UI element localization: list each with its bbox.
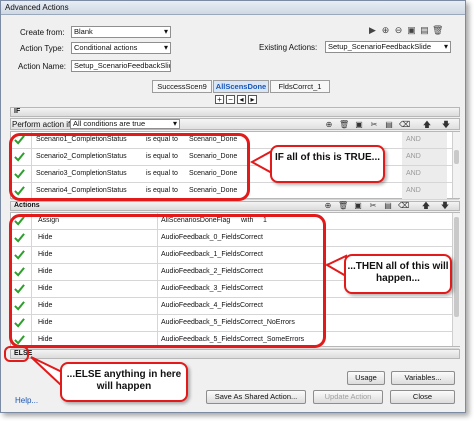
- cut-action-row-icon[interactable]: ✂: [368, 201, 378, 210]
- create-from-select[interactable]: Blank: [71, 26, 171, 38]
- if-toolbar: Perform action if: All conditions are tr…: [10, 118, 460, 130]
- variables-button[interactable]: Variables...: [391, 371, 455, 385]
- advanced-actions-window: Advanced Actions Create from: Blank Acti…: [0, 0, 466, 413]
- existing-actions-label: Existing Actions:: [259, 43, 318, 52]
- if-callout: IF all of this is TRUE...: [270, 145, 385, 183]
- export-icon[interactable]: ▤: [419, 25, 430, 36]
- if-highlight: [9, 133, 250, 201]
- else-highlight: [4, 346, 29, 362]
- then-callout: ...THEN all of this will happen...: [344, 254, 452, 294]
- remove-tab-icon[interactable]: −: [226, 95, 235, 104]
- action-move-down-icon[interactable]: 🡇: [440, 201, 450, 210]
- delete-action-row-icon[interactable]: 🗑: [338, 201, 348, 210]
- cut-condition-icon[interactable]: ✂: [369, 120, 379, 129]
- tab-allscensdone[interactable]: AllScensDone: [213, 80, 269, 93]
- remove-action-icon[interactable]: ⊖: [393, 25, 404, 36]
- close-button[interactable]: Close: [390, 390, 455, 404]
- add-action-icon[interactable]: ⊕: [380, 25, 391, 36]
- update-action-button[interactable]: Update Action: [313, 390, 383, 404]
- paste-condition-icon[interactable]: ▤: [384, 120, 394, 129]
- else-callout: ...ELSE anything in here will happen: [60, 362, 188, 402]
- actions-highlight: [9, 214, 326, 348]
- save-as-shared-action-button[interactable]: Save As Shared Action...: [206, 390, 306, 404]
- if-header: IF: [10, 107, 460, 117]
- add-action-row-icon[interactable]: ⊕: [323, 201, 333, 210]
- action-type-label: Action Type:: [20, 44, 64, 53]
- action-name-input[interactable]: Setup_ScenarioFeedbackSlide: [71, 60, 171, 72]
- condition-logic[interactable]: AND: [402, 166, 447, 182]
- tab-successscen9[interactable]: SuccessScen9: [152, 80, 212, 93]
- move-up-icon[interactable]: 🡅: [422, 120, 432, 129]
- move-down-icon[interactable]: 🡇: [441, 120, 451, 129]
- add-tab-icon[interactable]: +: [215, 95, 224, 104]
- conditions-scrollbar[interactable]: [452, 132, 460, 198]
- perform-action-label: Perform action if:: [12, 120, 73, 129]
- actions-toolbar: ⊕ 🗑 ▣ ✂ ▤ ⌫ 🡅 🡇: [321, 201, 460, 211]
- delete-action-icon[interactable]: 🗑: [432, 25, 443, 36]
- tab-right-icon[interactable]: ▸: [248, 95, 257, 104]
- existing-actions-select[interactable]: Setup_ScenarioFeedbackSlide: [325, 41, 451, 53]
- else-header: ELSE: [10, 349, 460, 359]
- action-type-select[interactable]: Conditional actions: [71, 42, 171, 54]
- condition-logic[interactable]: AND: [402, 149, 447, 165]
- paste-action-row-icon[interactable]: ▤: [383, 201, 393, 210]
- perform-action-select[interactable]: All conditions are true: [70, 119, 180, 129]
- action-name-label: Action Name:: [18, 62, 67, 71]
- window-title: Advanced Actions: [1, 1, 465, 15]
- copy-action-row-icon[interactable]: ▣: [353, 201, 363, 210]
- usage-button[interactable]: Usage: [347, 371, 385, 385]
- add-condition-icon[interactable]: ⊕: [324, 120, 334, 129]
- clear-condition-icon[interactable]: ⌫: [399, 120, 410, 129]
- create-from-label: Create from:: [20, 28, 65, 37]
- action-move-up-icon[interactable]: 🡅: [421, 201, 431, 210]
- clear-action-row-icon[interactable]: ⌫: [398, 201, 409, 210]
- tab-fldscorrct-1[interactable]: FldsCorrct_1: [270, 80, 330, 93]
- help-link[interactable]: Help...: [15, 396, 38, 405]
- copy-condition-icon[interactable]: ▣: [354, 120, 364, 129]
- delete-condition-icon[interactable]: 🗑: [339, 120, 349, 129]
- condition-logic[interactable]: AND: [402, 132, 447, 148]
- tab-left-icon[interactable]: ◂: [237, 95, 246, 104]
- condition-logic[interactable]: AND: [402, 183, 447, 199]
- preview-icon[interactable]: ▶: [367, 25, 378, 36]
- actions-scrollbar[interactable]: [452, 213, 460, 346]
- import-icon[interactable]: ▣: [406, 25, 417, 36]
